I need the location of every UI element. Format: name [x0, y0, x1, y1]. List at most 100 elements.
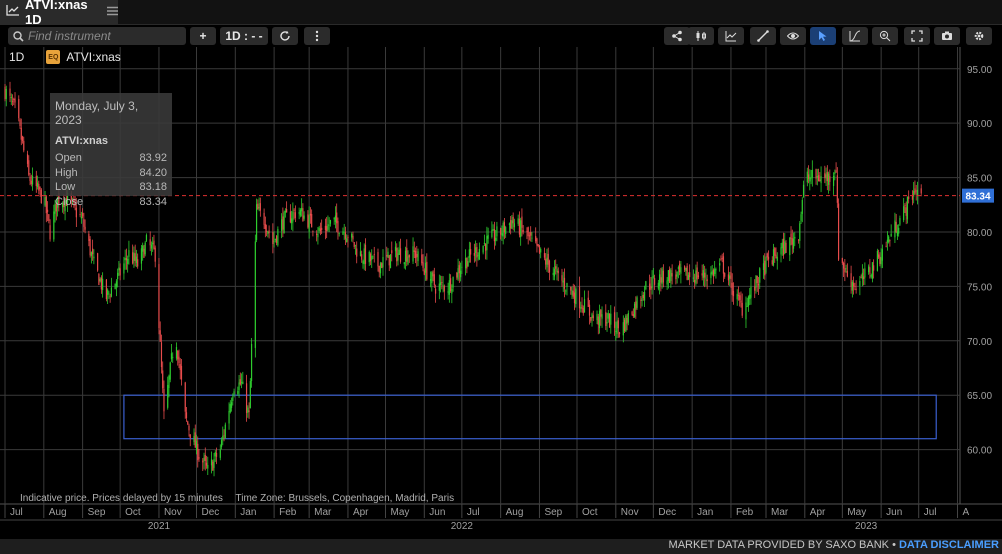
- candle-body: [459, 270, 462, 278]
- vertical-dots-icon: [315, 30, 319, 42]
- candle-body: [144, 242, 146, 255]
- candle-body: [5, 88, 7, 99]
- candle-body: [686, 265, 688, 280]
- candle-body: [442, 284, 444, 286]
- candle-body: [125, 258, 128, 261]
- candle-body: [618, 332, 621, 334]
- candle-body: [412, 246, 414, 262]
- candle-body: [317, 234, 319, 238]
- candle-body: [229, 404, 231, 413]
- candle-body: [276, 236, 278, 243]
- candle-body: [740, 300, 742, 303]
- data-disclaimer-link[interactable]: DATA DISCLAIMER: [899, 539, 999, 551]
- candle-body: [53, 211, 55, 240]
- candle-body: [535, 236, 537, 242]
- candle-body: [557, 270, 559, 274]
- candle-body: [249, 381, 251, 409]
- add-indicator-button[interactable]: +: [190, 27, 216, 45]
- candle-body: [483, 242, 485, 245]
- candle-body: [312, 231, 314, 232]
- x-tick-label: Nov: [164, 507, 182, 518]
- candle-body: [825, 174, 827, 179]
- candle-body: [301, 207, 303, 212]
- candle-body: [143, 248, 145, 258]
- candle-body: [416, 253, 418, 258]
- candle-body: [188, 425, 190, 431]
- visibility-icon: [787, 30, 799, 42]
- candle-body: [530, 232, 532, 236]
- more-options-button[interactable]: [304, 27, 330, 45]
- candle-body: [179, 364, 181, 370]
- candle-body: [679, 263, 681, 273]
- candle-body: [264, 224, 266, 229]
- candle-body: [671, 273, 673, 277]
- camera-button[interactable]: [934, 27, 960, 45]
- share-button[interactable]: [664, 27, 690, 45]
- candle-body: [477, 255, 479, 257]
- candle-body: [448, 280, 450, 295]
- candle-body: [311, 213, 313, 228]
- candle-body: [470, 249, 472, 255]
- candle-body: [386, 254, 388, 257]
- candle-body: [608, 313, 611, 328]
- candle-body: [573, 292, 576, 304]
- candle-body: [704, 272, 706, 278]
- candle-body: [152, 242, 154, 245]
- fullscreen-button[interactable]: [904, 27, 930, 45]
- candle-body: [336, 212, 338, 224]
- candle-body: [127, 258, 129, 264]
- candle-body: [739, 295, 741, 301]
- candle-body: [747, 296, 750, 307]
- candle-body: [517, 218, 519, 224]
- x-tick-label: Dec: [202, 507, 220, 518]
- candle-body: [107, 289, 109, 295]
- candle-body: [145, 235, 148, 241]
- tooltip-label: Open: [55, 152, 82, 164]
- candle-body: [531, 237, 533, 239]
- candle-body: [889, 240, 891, 241]
- candle-body: [528, 235, 531, 237]
- candle-body: [626, 317, 628, 324]
- candle-body: [860, 277, 862, 279]
- candlestick-type-button[interactable]: [688, 27, 714, 45]
- candle-body: [291, 218, 293, 224]
- instrument-search-input[interactable]: Find instrument: [8, 27, 186, 45]
- candle-body: [363, 248, 365, 265]
- visibility-button[interactable]: [780, 27, 806, 45]
- candle-body: [257, 203, 259, 210]
- candle-body: [527, 227, 529, 237]
- zoom-in-button[interactable]: [872, 27, 898, 45]
- hamburger-menu-icon[interactable]: [107, 3, 118, 21]
- candle-body: [240, 382, 243, 383]
- candle-body: [720, 259, 722, 261]
- range-box-drawing[interactable]: [123, 394, 937, 440]
- candle-body: [513, 223, 516, 228]
- candle-body: [759, 268, 761, 283]
- candle-body: [505, 227, 507, 235]
- candle-body: [545, 258, 547, 265]
- timeframe-button[interactable]: 1D : - -: [220, 27, 268, 45]
- pointer-button[interactable]: [810, 27, 836, 45]
- settings-button[interactable]: [966, 27, 992, 45]
- curve-tool-button[interactable]: [842, 27, 868, 45]
- candle-body: [98, 273, 100, 285]
- candle-body: [255, 204, 258, 240]
- timeframe-label: 1D: [9, 50, 25, 64]
- candle-body: [775, 254, 777, 258]
- candle-body: [20, 127, 22, 140]
- candle-body: [631, 311, 633, 315]
- candle-body: [342, 231, 344, 235]
- candle-body: [407, 256, 409, 265]
- tooltip-label: Low: [55, 181, 76, 193]
- candle-body: [765, 256, 767, 273]
- candle-body: [580, 307, 582, 309]
- candle-body: [695, 270, 697, 284]
- candle-body: [512, 216, 514, 224]
- refresh-button[interactable]: [272, 27, 298, 45]
- draw-line-button[interactable]: [750, 27, 776, 45]
- candle-body: [258, 207, 260, 209]
- indicators-button[interactable]: [718, 27, 744, 45]
- instrument-symbol[interactable]: ATVI:xnas: [66, 50, 120, 64]
- candle-body: [592, 315, 594, 319]
- window-tab[interactable]: ATVI:xnas 1D: [0, 0, 118, 27]
